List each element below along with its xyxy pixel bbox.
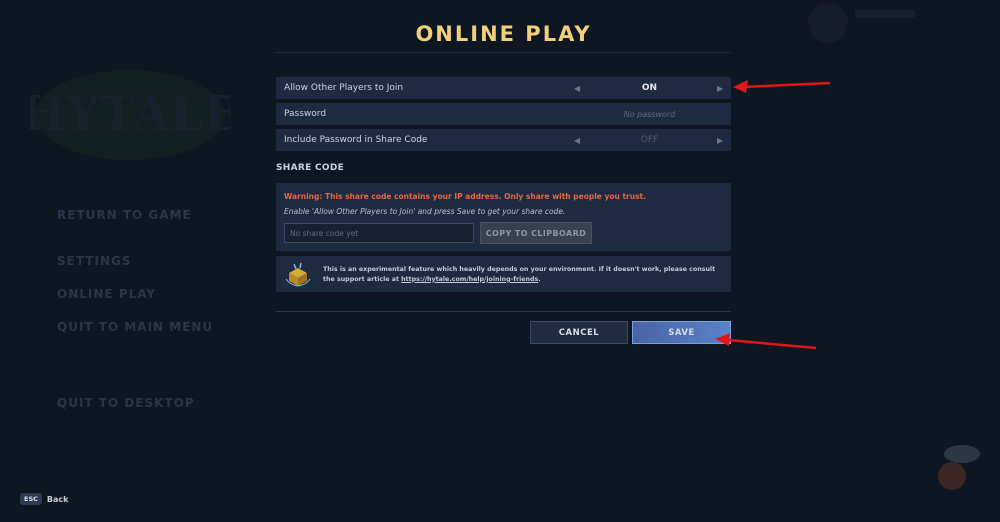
arrow-right-icon[interactable]: ▶ [717, 84, 723, 93]
password-label: Password [284, 109, 327, 119]
title-divider [276, 52, 731, 53]
experimental-info-text: This is an experimental feature which he… [323, 265, 723, 285]
save-button[interactable]: SAVE [632, 321, 731, 344]
arrow-right-icon[interactable]: ▶ [717, 136, 723, 145]
wooden-crate-icon [285, 262, 311, 287]
share-code-hint: Enable 'Allow Other Players to Join' and… [284, 207, 566, 216]
copy-to-clipboard-button[interactable]: COPY TO CLIPBOARD [480, 222, 592, 244]
share-code-input[interactable] [284, 223, 474, 243]
back-hint[interactable]: ESC Back [20, 493, 68, 505]
avatar [808, 3, 848, 43]
info-text-end: . [538, 275, 541, 283]
footer-divider [276, 311, 731, 312]
share-code-heading: SHARE CODE [276, 163, 345, 173]
bg-menu-quit-desktop: QUIT TO DESKTOP [57, 396, 195, 410]
annotation-arrow-allow-join [733, 80, 831, 93]
back-label: Back [46, 494, 69, 504]
include-password-setting[interactable]: Include Password in Share Code ◀ OFF ▶ [276, 129, 731, 151]
password-setting[interactable]: Password No password [276, 103, 731, 125]
hytale-logo-background: HYTALE [30, 70, 230, 160]
cancel-button[interactable]: CANCEL [530, 321, 628, 344]
player-name-placeholder [855, 10, 915, 18]
bg-menu-quit-main: QUIT TO MAIN MENU [57, 320, 214, 334]
arrow-left-icon[interactable]: ◀ [574, 84, 580, 93]
allow-join-label: Allow Other Players to Join [284, 83, 404, 93]
svg-text:HYTALE: HYTALE [30, 86, 230, 142]
bg-menu-return: RETURN TO GAME [57, 208, 192, 222]
experimental-info-panel: This is an experimental feature which he… [276, 256, 731, 292]
password-field[interactable]: No password [581, 110, 718, 119]
esc-key-badge: ESC [20, 493, 42, 505]
include-password-value: OFF [640, 135, 659, 145]
allow-join-value: ON [641, 83, 658, 93]
include-password-label: Include Password in Share Code [284, 135, 428, 145]
ip-warning: Warning: This share code contains your I… [284, 192, 646, 201]
bg-menu-online-play: ONLINE PLAY [57, 287, 157, 301]
share-code-panel: Warning: This share code contains your I… [276, 183, 731, 251]
arrow-left-icon[interactable]: ◀ [574, 136, 580, 145]
support-article-link[interactable]: https://hytale.com/help/joining-friends [401, 276, 538, 283]
bg-menu-settings: SETTINGS [57, 254, 132, 268]
allow-join-setting[interactable]: Allow Other Players to Join ◀ ON ▶ [276, 77, 731, 99]
mascot-icon [938, 445, 980, 490]
page-title: ONLINE PLAY [415, 22, 592, 46]
